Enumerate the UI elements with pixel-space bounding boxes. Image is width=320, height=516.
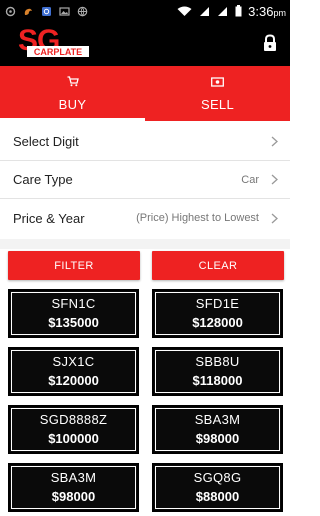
plate-price: $135000 [48, 314, 99, 330]
cart-icon [67, 75, 79, 91]
image-icon [58, 5, 70, 17]
plate-card[interactable]: SBB8U $118000 [152, 347, 283, 396]
plate-card[interactable]: SBA3M $98000 [152, 405, 283, 454]
money-icon [211, 75, 224, 91]
plate-number: SBA3M [50, 469, 97, 485]
plate-number: SGD8888Z [39, 411, 108, 427]
settings-icon [4, 5, 16, 17]
sgcarplate-logo[interactable]: SG CARPLATE [18, 24, 90, 62]
squirrel-icon [22, 5, 34, 17]
price-year-row[interactable]: Price & Year (Price) Highest to Lowest [0, 199, 290, 237]
plate-number: SFD1E [195, 295, 240, 311]
signal-icon [198, 5, 210, 17]
plate-grid: SFN1C $135000 SFD1E $128000 SJX1C $12000… [8, 289, 283, 512]
plate-price: $120000 [48, 372, 99, 388]
section-divider [0, 239, 290, 249]
lock-icon[interactable] [262, 34, 278, 52]
status-icons-right: 3:36pm [176, 4, 286, 19]
action-buttons: FILTER CLEAR [8, 251, 284, 280]
plate-price: $128000 [192, 314, 243, 330]
tab-sell[interactable]: SELL [145, 66, 290, 121]
tab-sell-label: SELL [200, 97, 234, 112]
plate-price: $98000 [195, 430, 240, 446]
chevron-right-icon [271, 136, 278, 147]
status-time: 3:36pm [248, 3, 286, 19]
app-icon [40, 5, 52, 17]
wifi-icon [176, 5, 192, 17]
logo-subtext: CARPLATE [34, 47, 82, 57]
plate-number: SBA3M [194, 411, 241, 427]
plate-price: $88000 [195, 488, 240, 504]
battery-icon [234, 5, 242, 17]
price-year-label: Price & Year [13, 210, 85, 226]
tab-bar: BUY SELL [0, 66, 290, 121]
plate-card[interactable]: SGQ8G $88000 [152, 463, 283, 512]
plate-price: $98000 [51, 488, 96, 504]
select-digit-label: Select Digit [13, 134, 79, 149]
plate-card[interactable]: SFN1C $135000 [8, 289, 139, 338]
clear-button[interactable]: CLEAR [152, 251, 284, 280]
status-bar: 3:36pm [0, 0, 290, 22]
care-type-value: Car [241, 173, 259, 186]
plate-number: SBB8U [195, 353, 240, 369]
plate-price: $118000 [192, 372, 243, 388]
plate-number: SGQ8G [193, 469, 242, 485]
status-icons-left [4, 5, 88, 17]
tab-buy-label: BUY [58, 97, 87, 112]
plate-number: SJX1C [52, 353, 95, 369]
plate-number: SFN1C [51, 295, 96, 311]
plate-card[interactable]: SGD8888Z $100000 [8, 405, 139, 454]
filter-options: Select Digit Care Type Car Price & Year … [0, 123, 290, 237]
app-bar: SG CARPLATE [0, 22, 290, 66]
care-type-label: Care Type [13, 172, 73, 187]
plate-card[interactable]: SJX1C $120000 [8, 347, 139, 396]
filter-button[interactable]: FILTER [8, 251, 140, 280]
plate-card[interactable]: SFD1E $128000 [152, 289, 283, 338]
care-type-row[interactable]: Care Type Car [0, 161, 290, 199]
plate-price: $100000 [48, 430, 99, 446]
tab-buy[interactable]: BUY [0, 66, 145, 121]
select-digit-row[interactable]: Select Digit [0, 123, 290, 161]
plate-card[interactable]: SBA3M $98000 [8, 463, 139, 512]
price-year-value: (Price) Highest to Lowest [136, 212, 259, 224]
chevron-right-icon [271, 213, 278, 223]
chevron-right-icon [271, 174, 278, 185]
signal-icon [216, 5, 228, 17]
globe-icon [76, 5, 88, 17]
